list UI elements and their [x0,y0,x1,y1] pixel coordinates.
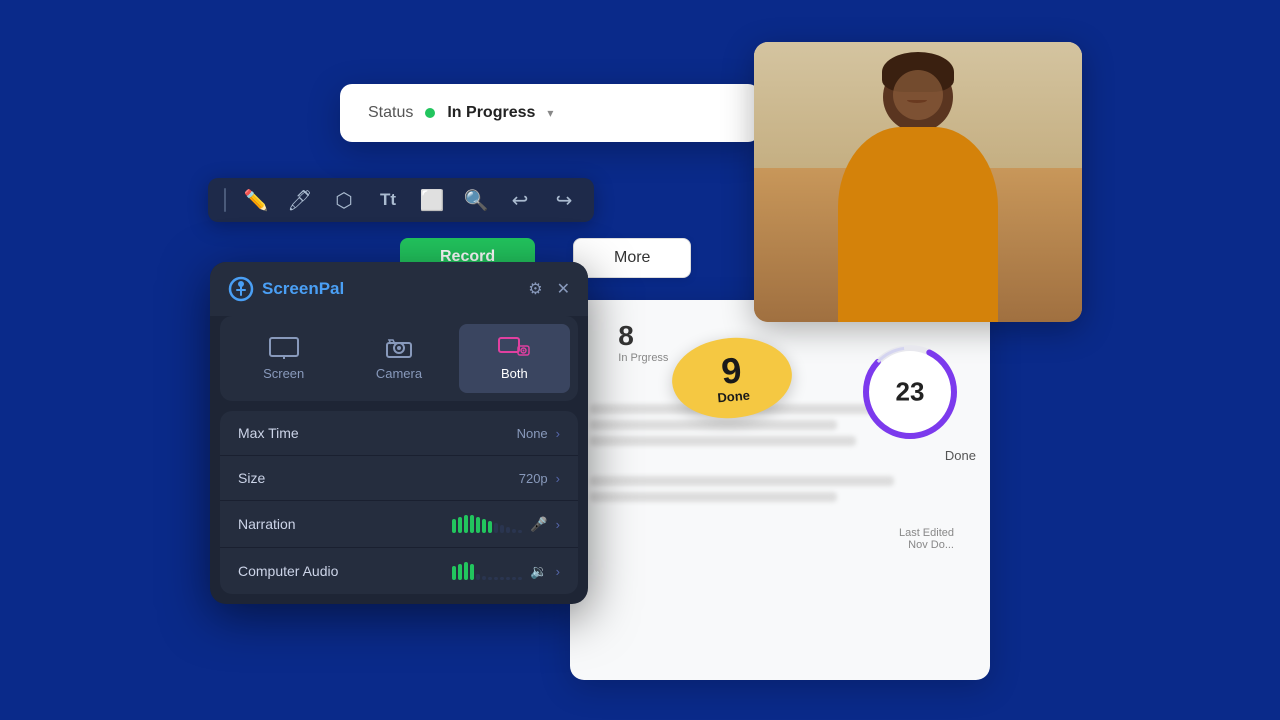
screenpal-logo-icon [228,276,254,302]
settings-section: Max Time None › Size 720p › Narration [220,411,578,594]
bar-8 [494,523,498,533]
toolbar-divider [224,188,226,212]
yellow-badge-label: Done [717,387,751,405]
bar-12 [518,530,522,533]
video-background [754,42,1082,322]
bar-6 [482,519,486,533]
rect-icon[interactable]: ⬜ [418,186,446,214]
speaker-icon: 🔉 [530,563,547,580]
in-progress-number: 8 [618,320,668,352]
screen-mode-icon [268,336,300,360]
narration-row[interactable]: Narration 🎤 › [220,501,578,548]
widget-header-actions: ⚙ ✕ [528,279,570,299]
circle-number: 23 [896,377,925,408]
yellow-badge-number: 9 [720,352,743,390]
redo-icon[interactable]: ↪ [550,186,578,214]
camera-mode-label: Camera [376,366,422,381]
in-progress-stat: 8 In Prgress [618,320,668,364]
screenpal-widget: ScreenPal ⚙ ✕ Screen Camera [210,262,588,604]
size-label: Size [238,470,265,486]
narration-right: 🎤 › [452,515,560,533]
ca-bar-1 [452,566,456,580]
bar-4 [470,515,474,533]
logo-text: ScreenPal [262,279,344,299]
ca-bar-7 [488,577,492,580]
bar-1 [452,519,456,533]
computer-audio-chevron: › [556,564,560,579]
last-edited-value: Nov Do... [606,539,954,551]
mode-selector: Screen Camera Both [220,316,578,401]
ca-bar-10 [506,577,510,580]
status-chevron[interactable]: ▾ [547,106,553,120]
circle-progress-badge: 23 [860,342,960,442]
done-circle-label: Done [830,518,990,529]
status-dot [425,108,435,118]
computer-audio-row[interactable]: Computer Audio 🔉 › [220,548,578,594]
undo-icon[interactable]: ↩ [506,186,534,214]
circle-done-label: Done [945,448,976,463]
status-card: Status In Progress ▾ [340,84,760,142]
close-icon[interactable]: ✕ [557,279,570,299]
mode-both[interactable]: Both [459,324,570,393]
size-chevron: › [556,471,560,486]
toolbar: ✏️ 🖊 ⬡ Tt ⬜ 🔍 ↩ ↪ [208,178,594,222]
bar-10 [506,527,510,533]
bar-3 [464,515,468,533]
circle-inner: 23 [896,377,925,408]
screen-mode-label: Screen [263,366,304,381]
draw-icon[interactable]: ✏️ [242,186,270,214]
size-row[interactable]: Size 720p › [220,456,578,501]
both-mode-icon [498,336,530,360]
bar-9 [500,525,504,533]
more-button[interactable]: More [573,238,691,278]
camera-mode-icon [383,336,415,360]
video-preview [754,42,1082,322]
narration-label: Narration [238,516,296,532]
narration-chevron: › [556,517,560,532]
mic-icon: 🎤 [530,516,547,533]
narration-bars [452,515,522,533]
erase-icon[interactable]: ⬡ [330,186,358,214]
max-time-row[interactable]: Max Time None › [220,411,578,456]
max-time-right: None › [517,426,560,441]
ca-bar-6 [482,576,486,580]
bar-5 [476,517,480,533]
mode-camera[interactable]: Camera [343,324,454,393]
mode-screen[interactable]: Screen [228,324,339,393]
ca-bar-11 [512,577,516,580]
done-text: Done [830,518,990,529]
computer-audio-bars [452,562,522,580]
max-time-label: Max Time [238,425,299,441]
ca-bar-9 [500,577,504,580]
ca-bar-4 [470,564,474,580]
settings-icon[interactable]: ⚙ [528,279,542,299]
computer-audio-right: 🔉 › [452,562,560,580]
ca-bar-12 [518,577,522,580]
bar-11 [512,529,516,533]
max-time-chevron: › [556,426,560,441]
ca-bar-2 [458,564,462,580]
size-right: 720p › [519,471,560,486]
text-icon[interactable]: Tt [374,186,402,214]
ca-bar-8 [494,577,498,580]
status-value: In Progress [447,104,535,122]
bar-7 [488,521,492,533]
in-progress-label: In Prgress [618,352,668,364]
blurred-rows-2 [590,476,970,502]
highlight-icon[interactable]: 🖊 [286,186,314,214]
status-label: Status [368,104,413,122]
size-value: 720p [519,471,548,486]
computer-audio-label: Computer Audio [238,563,338,579]
widget-header: ScreenPal ⚙ ✕ [210,262,588,316]
ca-bar-5 [476,574,480,580]
bar-2 [458,517,462,533]
widget-logo: ScreenPal [228,276,344,302]
both-mode-label: Both [501,366,528,381]
ca-bar-3 [464,562,468,580]
max-time-value: None [517,426,548,441]
zoom-icon[interactable]: 🔍 [462,186,490,214]
